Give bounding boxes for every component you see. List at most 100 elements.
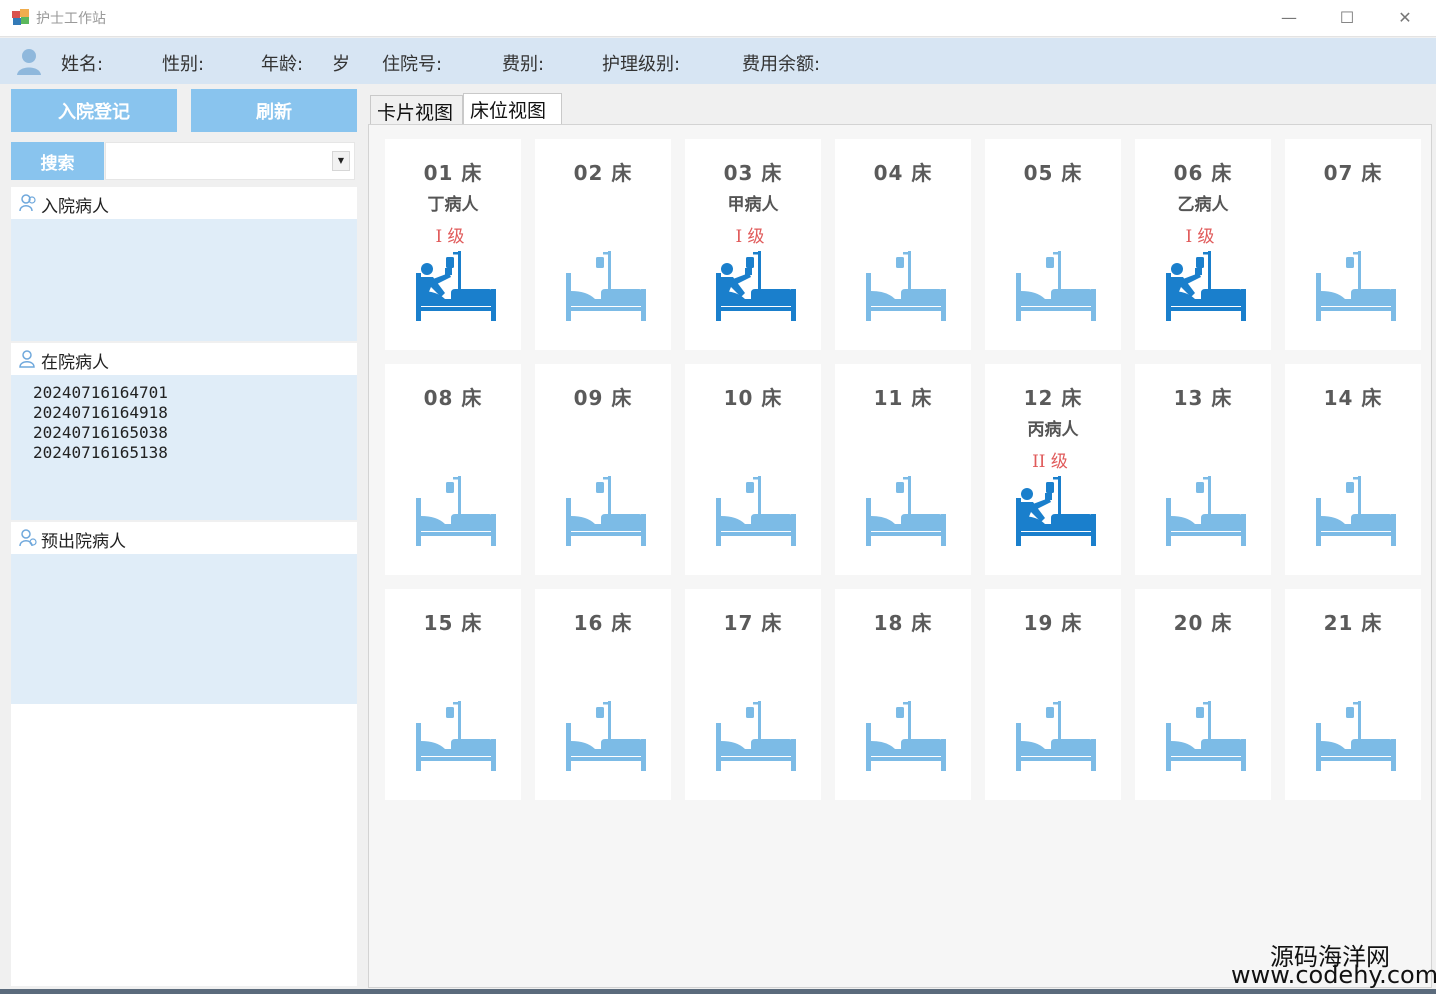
bed-card[interactable]: 02 床 (535, 139, 671, 350)
patient-name: 乙病人 (1177, 195, 1229, 215)
gender-label: 性别: (162, 54, 205, 75)
inpatients-header[interactable]: 在院病人 (11, 343, 357, 375)
care-level-label: 护理级别: (602, 54, 681, 75)
bed-number: 03 床 (723, 161, 783, 185)
bed-card[interactable]: 06 床乙病人 I 级 (1135, 139, 1271, 350)
bed-number: 13 床 (1173, 386, 1233, 410)
bed-card[interactable]: 07 床 (1285, 139, 1421, 350)
patient-name: 甲病人 (727, 195, 779, 215)
bed-number: 14 床 (1323, 386, 1383, 410)
empty-bed-icon (1316, 701, 1396, 771)
bed-card[interactable]: 09 床 (535, 364, 671, 575)
age-unit: 岁 (332, 54, 350, 75)
patient-name: 丁病人 (427, 195, 479, 215)
person-icon (19, 529, 37, 547)
empty-bed-icon (1016, 701, 1096, 771)
bed-card[interactable]: 16 床 (535, 589, 671, 800)
bed-number: 21 床 (1323, 611, 1383, 635)
empty-bed-icon (566, 476, 646, 546)
discharge-patients-title: 预出院病人 (41, 532, 126, 552)
list-item[interactable]: 20240716164918 (11, 403, 357, 423)
minimize-button[interactable]: — (1274, 6, 1304, 30)
list-item[interactable]: 20240716165138 (11, 443, 357, 463)
person-icon (19, 350, 35, 368)
bed-card[interactable]: 10 床 (685, 364, 821, 575)
bed-card[interactable]: 20 床 (1135, 589, 1271, 800)
care-level: I 级 (1185, 227, 1215, 247)
bed-card[interactable]: 21 床 (1285, 589, 1421, 800)
admit-button[interactable]: 入院登记 (11, 89, 177, 132)
close-button[interactable]: ✕ (1390, 6, 1420, 30)
bed-card[interactable]: 04 床 (835, 139, 971, 350)
discharge-patients-header[interactable]: 预出院病人 (11, 522, 357, 554)
bed-number: 06 床 (1173, 161, 1233, 185)
bed-number: 20 床 (1173, 611, 1233, 635)
empty-bed-icon (1016, 251, 1096, 321)
title-bar: 护士工作站 — ☐ ✕ (0, 0, 1436, 37)
bed-card[interactable]: 13 床 (1135, 364, 1271, 575)
list-item[interactable]: 20240716164701 (11, 383, 357, 403)
admitting-patients-title: 入院病人 (41, 197, 109, 217)
admitting-patients-list (11, 219, 357, 341)
empty-bed-icon (416, 701, 496, 771)
bed-number: 15 床 (423, 611, 483, 635)
empty-bed-icon (866, 476, 946, 546)
bed-card[interactable]: 03 床甲病人 I 级 (685, 139, 821, 350)
bed-card[interactable]: 18 床 (835, 589, 971, 800)
admitting-patients-header[interactable]: 入院病人 (11, 187, 357, 219)
balance-label: 费用余额: (742, 54, 821, 75)
list-item[interactable]: 20240716165038 (11, 423, 357, 443)
bed-number: 02 床 (573, 161, 633, 185)
empty-bed-icon (566, 251, 646, 321)
bed-card[interactable]: 17 床 (685, 589, 821, 800)
bed-number: 08 床 (423, 386, 483, 410)
bottom-strip (0, 989, 1436, 994)
chevron-down-icon[interactable]: ▼ (332, 151, 350, 171)
bed-number: 16 床 (573, 611, 633, 635)
occupied-bed-icon (1166, 251, 1246, 321)
empty-bed-icon (1316, 251, 1396, 321)
occupied-bed-icon (1016, 476, 1096, 546)
bed-card[interactable]: 14 床 (1285, 364, 1421, 575)
bed-grid: 01 床丁病人 I 级 02 床 03 床甲病人 I 级 04 床 05 床 06 床乙病人 I… (368, 124, 1432, 988)
window-title: 护士工作站 (36, 11, 106, 27)
empty-bed-icon (1166, 701, 1246, 771)
bed-number: 01 床 (423, 161, 483, 185)
tab-card-view[interactable]: 卡片视图 (370, 95, 463, 124)
empty-bed-icon (566, 701, 646, 771)
bed-number: 04 床 (873, 161, 933, 185)
bed-number: 18 床 (873, 611, 933, 635)
discharge-patients-list (11, 554, 357, 704)
app-icon (12, 9, 29, 25)
tab-bed-view[interactable]: 床位视图 (463, 93, 562, 125)
bed-card[interactable]: 15 床 (385, 589, 521, 800)
occupied-bed-icon (416, 251, 496, 321)
bed-number: 11 床 (873, 386, 933, 410)
person-icon (19, 194, 36, 212)
search-combobox[interactable]: ▼ (105, 142, 355, 180)
refresh-button[interactable]: 刷新 (191, 89, 357, 132)
bed-card[interactable]: 05 床 (985, 139, 1121, 350)
bed-card[interactable]: 01 床丁病人 I 级 (385, 139, 521, 350)
search-button[interactable]: 搜索 (11, 142, 104, 180)
occupied-bed-icon (716, 251, 796, 321)
care-level: I 级 (735, 227, 765, 247)
patient-info-bar: 姓名: 性别: 年龄: 岁 住院号: 费别: 护理级别: 费用余额: (0, 38, 1436, 84)
bed-number: 05 床 (1023, 161, 1083, 185)
empty-bed-icon (866, 251, 946, 321)
age-label: 年龄: (261, 54, 304, 75)
watermark-url: www.codehy.com (1231, 961, 1436, 989)
empty-bed-icon (866, 701, 946, 771)
left-panel-blank (11, 704, 357, 986)
bed-card[interactable]: 08 床 (385, 364, 521, 575)
empty-bed-icon (716, 701, 796, 771)
bed-number: 12 床 (1023, 386, 1083, 410)
bed-card[interactable]: 11 床 (835, 364, 971, 575)
bed-card[interactable]: 19 床 (985, 589, 1121, 800)
maximize-button[interactable]: ☐ (1332, 6, 1362, 30)
bed-card[interactable]: 12 床丙病人 II 级 (985, 364, 1121, 575)
bed-number: 07 床 (1323, 161, 1383, 185)
bed-number: 09 床 (573, 386, 633, 410)
care-level: I 级 (435, 227, 465, 247)
bed-number: 19 床 (1023, 611, 1083, 635)
